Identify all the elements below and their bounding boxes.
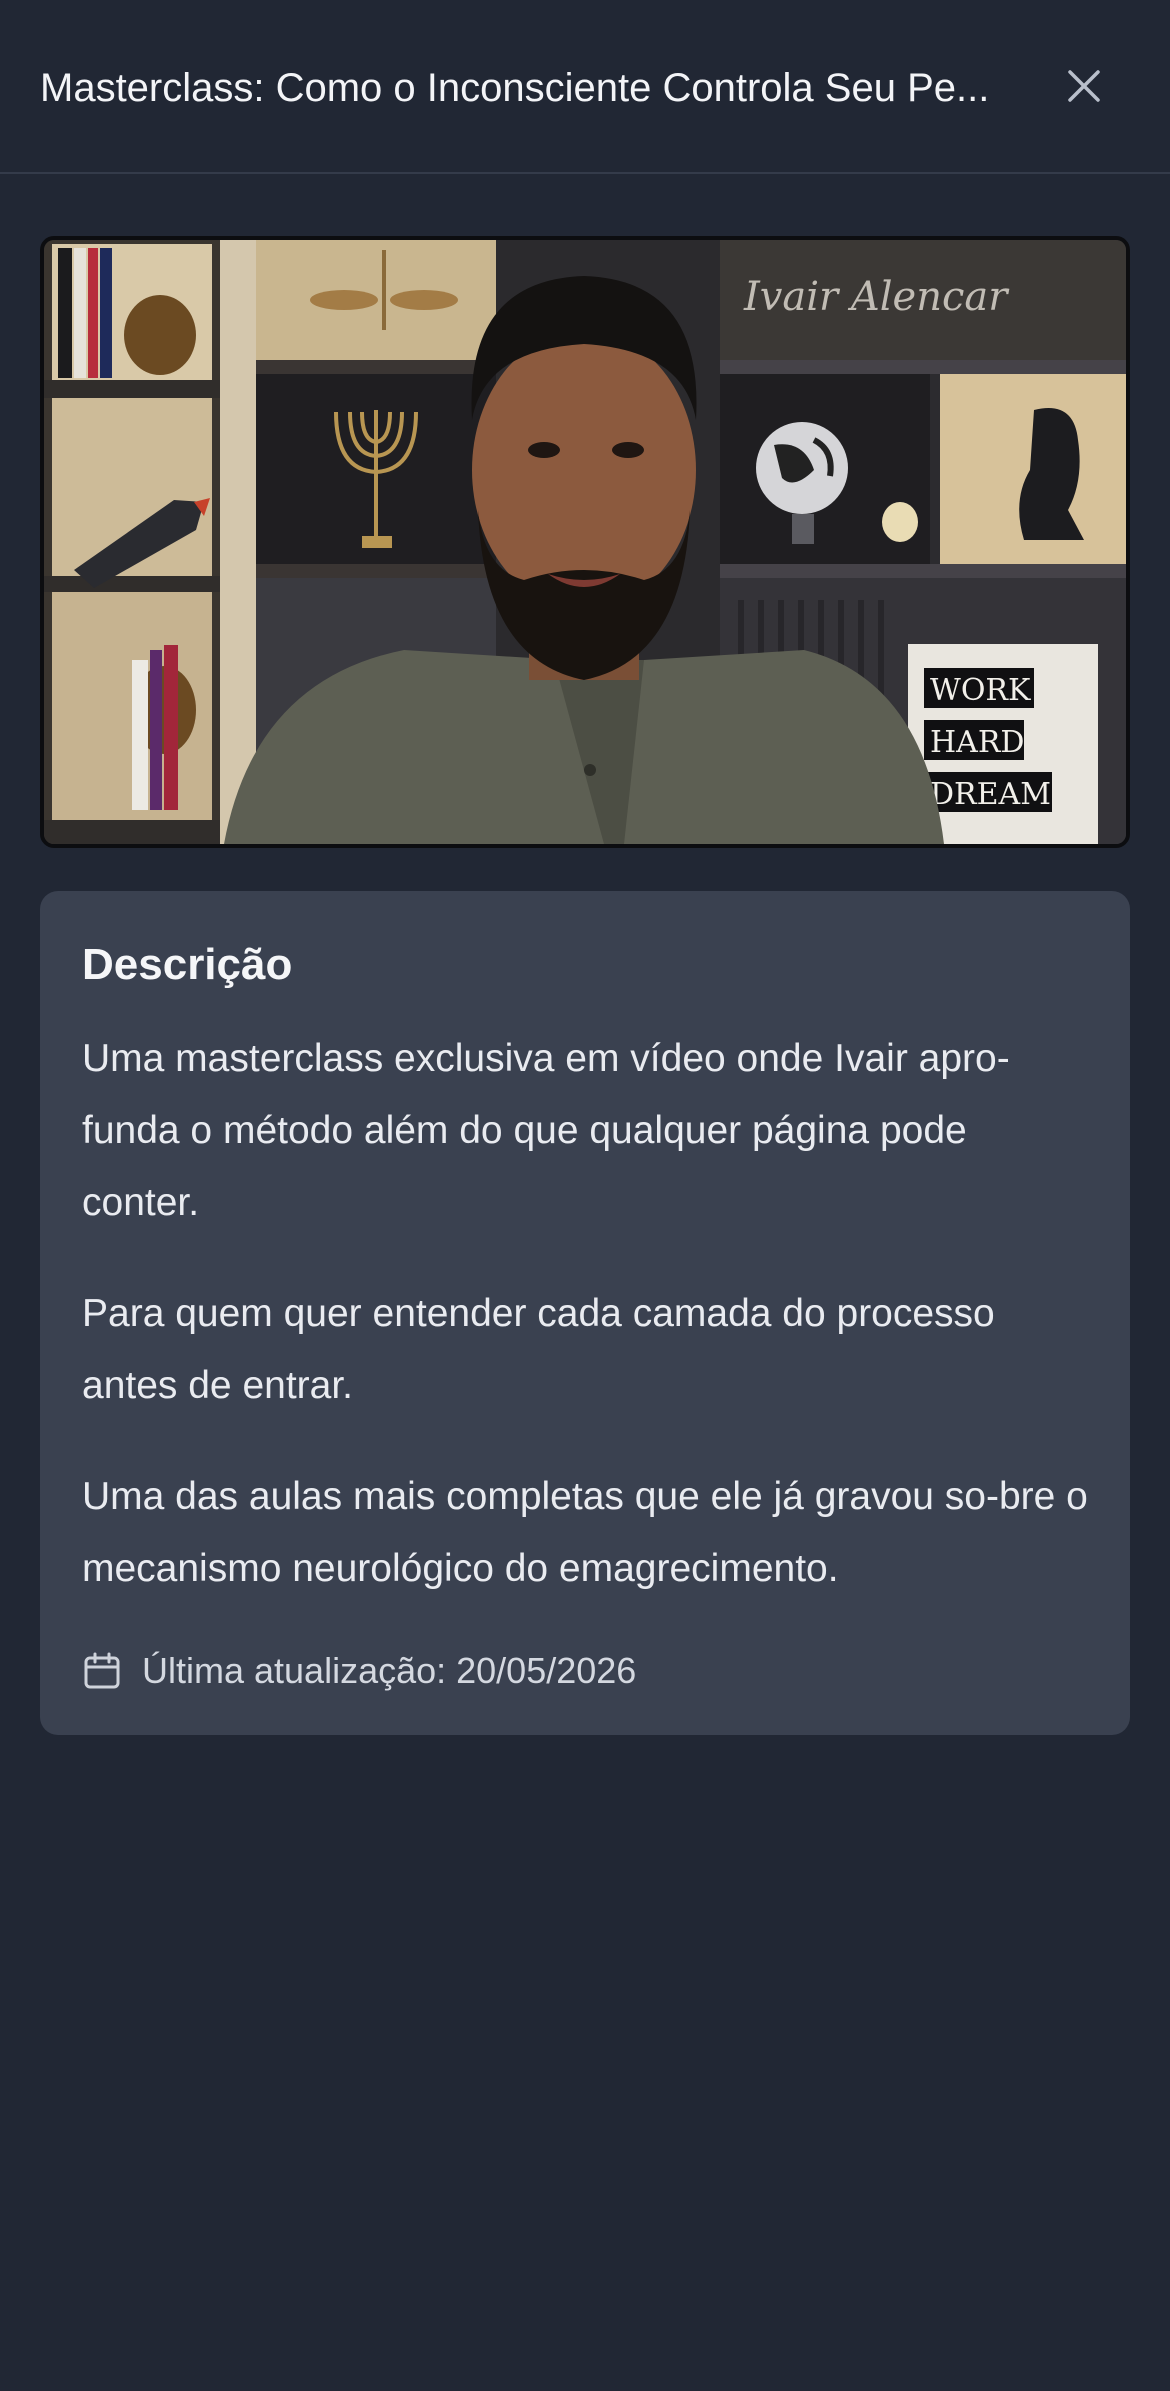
calendar-icon <box>82 1651 122 1691</box>
description-paragraph-1: Uma masterclass exclusiva em vídeo onde … <box>82 1037 1010 1224</box>
last-updated: Última atualização: 20/05/2026 <box>82 1643 636 1699</box>
close-icon <box>1064 66 1104 111</box>
poster-line-2: HARD <box>930 725 1024 760</box>
video-player[interactable]: Ivair Alencar WORK HARD DREAM <box>40 236 1130 848</box>
page-title: Masterclass: Como o Inconsciente Control… <box>40 66 990 110</box>
description-card: Descrição Uma masterclass exclusiva em v… <box>40 891 1130 1735</box>
modal-header: Masterclass: Como o Inconsciente Control… <box>0 0 1170 174</box>
wall-signature-text: Ivair Alencar <box>743 274 1010 320</box>
description-paragraph-3: Uma das aulas mais completas que ele já … <box>82 1475 1088 1590</box>
description-heading: Descrição <box>82 940 293 989</box>
video-frame: Ivair Alencar WORK HARD DREAM <box>44 240 1126 844</box>
close-button[interactable] <box>1052 56 1116 120</box>
description-paragraph-2: Para quem quer entender cada camada do p… <box>82 1292 995 1407</box>
poster-line-3: DREAM <box>930 777 1051 812</box>
poster-line-1: WORK <box>930 673 1031 708</box>
last-updated-label: Última atualização: 20/05/2026 <box>142 1650 637 1691</box>
